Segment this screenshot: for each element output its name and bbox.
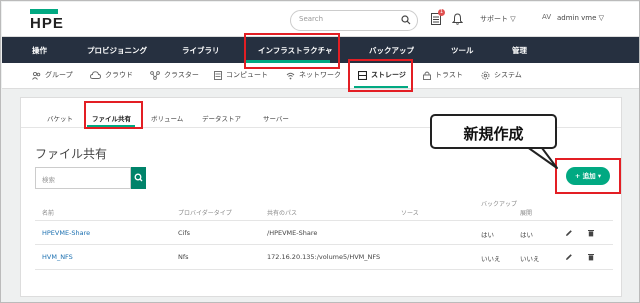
search-icon[interactable] <box>401 15 411 25</box>
subnav-label: コンピュート <box>226 71 268 79</box>
tab-volumes[interactable]: ボリューム <box>151 113 183 123</box>
global-search-input[interactable]: Search <box>290 10 418 31</box>
row-backup: いいえ <box>481 255 501 263</box>
cluster-icon <box>150 70 160 80</box>
row-path: 172.16.20.135:/volume5/HVM_NFS <box>267 253 381 261</box>
subnav-item-system[interactable]: システム <box>481 70 522 80</box>
logo-bar <box>30 9 58 14</box>
nav-item-backup[interactable]: バックアップ <box>369 45 414 56</box>
subnav-label: クラスター <box>164 71 199 79</box>
row-name-link[interactable]: HPEVME-Share <box>42 229 90 237</box>
col-header-deploy[interactable]: 展開 <box>520 208 532 217</box>
top-header: HPE Search 1 サポート ▽ AV admin vme ▽ <box>2 2 639 37</box>
subnav-item-network[interactable]: ネットワーク <box>286 70 341 80</box>
cloud-icon <box>90 71 101 79</box>
compute-icon <box>214 70 222 80</box>
subnav-item-trust[interactable]: トラスト <box>423 70 463 80</box>
edit-icon[interactable] <box>565 253 573 261</box>
callout-text: 新規作成 <box>463 125 524 143</box>
highlight-infrastructure <box>244 33 340 69</box>
subnav-label: システム <box>494 71 522 79</box>
subnav-item-compute[interactable]: コンピュート <box>214 70 268 80</box>
network-icon <box>286 72 295 79</box>
lock-icon <box>423 71 431 80</box>
edit-icon[interactable] <box>565 229 573 237</box>
filter-input[interactable]: 検索 <box>35 167 131 189</box>
subnav-item-groups[interactable]: グループ <box>32 70 73 80</box>
tab-datastores[interactable]: データストア <box>202 113 241 123</box>
row-divider <box>35 269 613 270</box>
row-backup: はい <box>481 231 494 239</box>
tab-servers[interactable]: サーバー <box>263 113 289 123</box>
trash-icon[interactable] <box>587 229 595 237</box>
bell-icon[interactable] <box>452 13 463 25</box>
logo-text: HPE <box>30 15 64 32</box>
hpe-logo[interactable]: HPE <box>30 9 64 31</box>
col-header-backup[interactable]: バックアップ <box>481 201 517 209</box>
tab-buckets[interactable]: バケット <box>47 113 73 123</box>
col-header-path[interactable]: 共有のパス <box>267 208 297 217</box>
row-divider <box>35 244 613 245</box>
highlight-storage <box>348 59 413 92</box>
avatar[interactable]: AV <box>542 13 551 21</box>
header-divider <box>35 220 613 221</box>
app-frame: HPE Search 1 サポート ▽ AV admin vme ▽ 操作 プロ… <box>0 0 640 303</box>
row-deploy: いいえ <box>520 255 540 263</box>
subnav-label: トラスト <box>435 71 463 79</box>
notification-badge: 1 <box>438 9 445 16</box>
nav-item-admin[interactable]: 管理 <box>512 45 527 56</box>
user-menu[interactable]: admin vme ▽ <box>557 14 604 22</box>
col-header-provider[interactable]: プロバイダータイプ <box>178 208 232 217</box>
col-header-name[interactable]: 名前 <box>42 208 54 217</box>
nav-item-provisioning[interactable]: プロビジョニング <box>87 45 147 56</box>
support-menu[interactable]: サポート ▽ <box>480 14 516 24</box>
search-icon <box>134 173 143 182</box>
highlight-file-shares-tab <box>84 101 143 129</box>
row-provider: Cifs <box>178 229 191 237</box>
subnav-label: ネットワーク <box>299 71 341 79</box>
subnav-item-clusters[interactable]: クラスター <box>150 70 199 80</box>
row-provider: Nfs <box>178 253 189 261</box>
filter-search-button[interactable] <box>131 167 146 189</box>
nav-item-tools[interactable]: ツール <box>451 45 474 56</box>
highlight-add-button <box>555 158 621 194</box>
col-header-source[interactable]: ソース <box>401 208 419 217</box>
search-placeholder: Search <box>299 15 324 23</box>
trash-icon[interactable] <box>587 253 595 261</box>
page-title: ファイル共有 <box>35 147 108 161</box>
subnav-label: グループ <box>45 71 73 79</box>
callout-bubble: 新規作成 <box>430 114 557 149</box>
row-name-link[interactable]: HVM_NFS <box>42 253 73 261</box>
gear-icon <box>481 71 490 79</box>
subnav-label: クラウド <box>105 71 133 79</box>
filter-placeholder: 検索 <box>42 176 55 184</box>
row-path: /HPEVME-Share <box>267 229 318 237</box>
nav-item-operations[interactable]: 操作 <box>32 45 47 56</box>
groups-icon <box>32 71 41 80</box>
nav-item-library[interactable]: ライブラリ <box>182 45 220 56</box>
subnav-item-clouds[interactable]: クラウド <box>90 70 133 80</box>
row-deploy: はい <box>520 231 533 239</box>
